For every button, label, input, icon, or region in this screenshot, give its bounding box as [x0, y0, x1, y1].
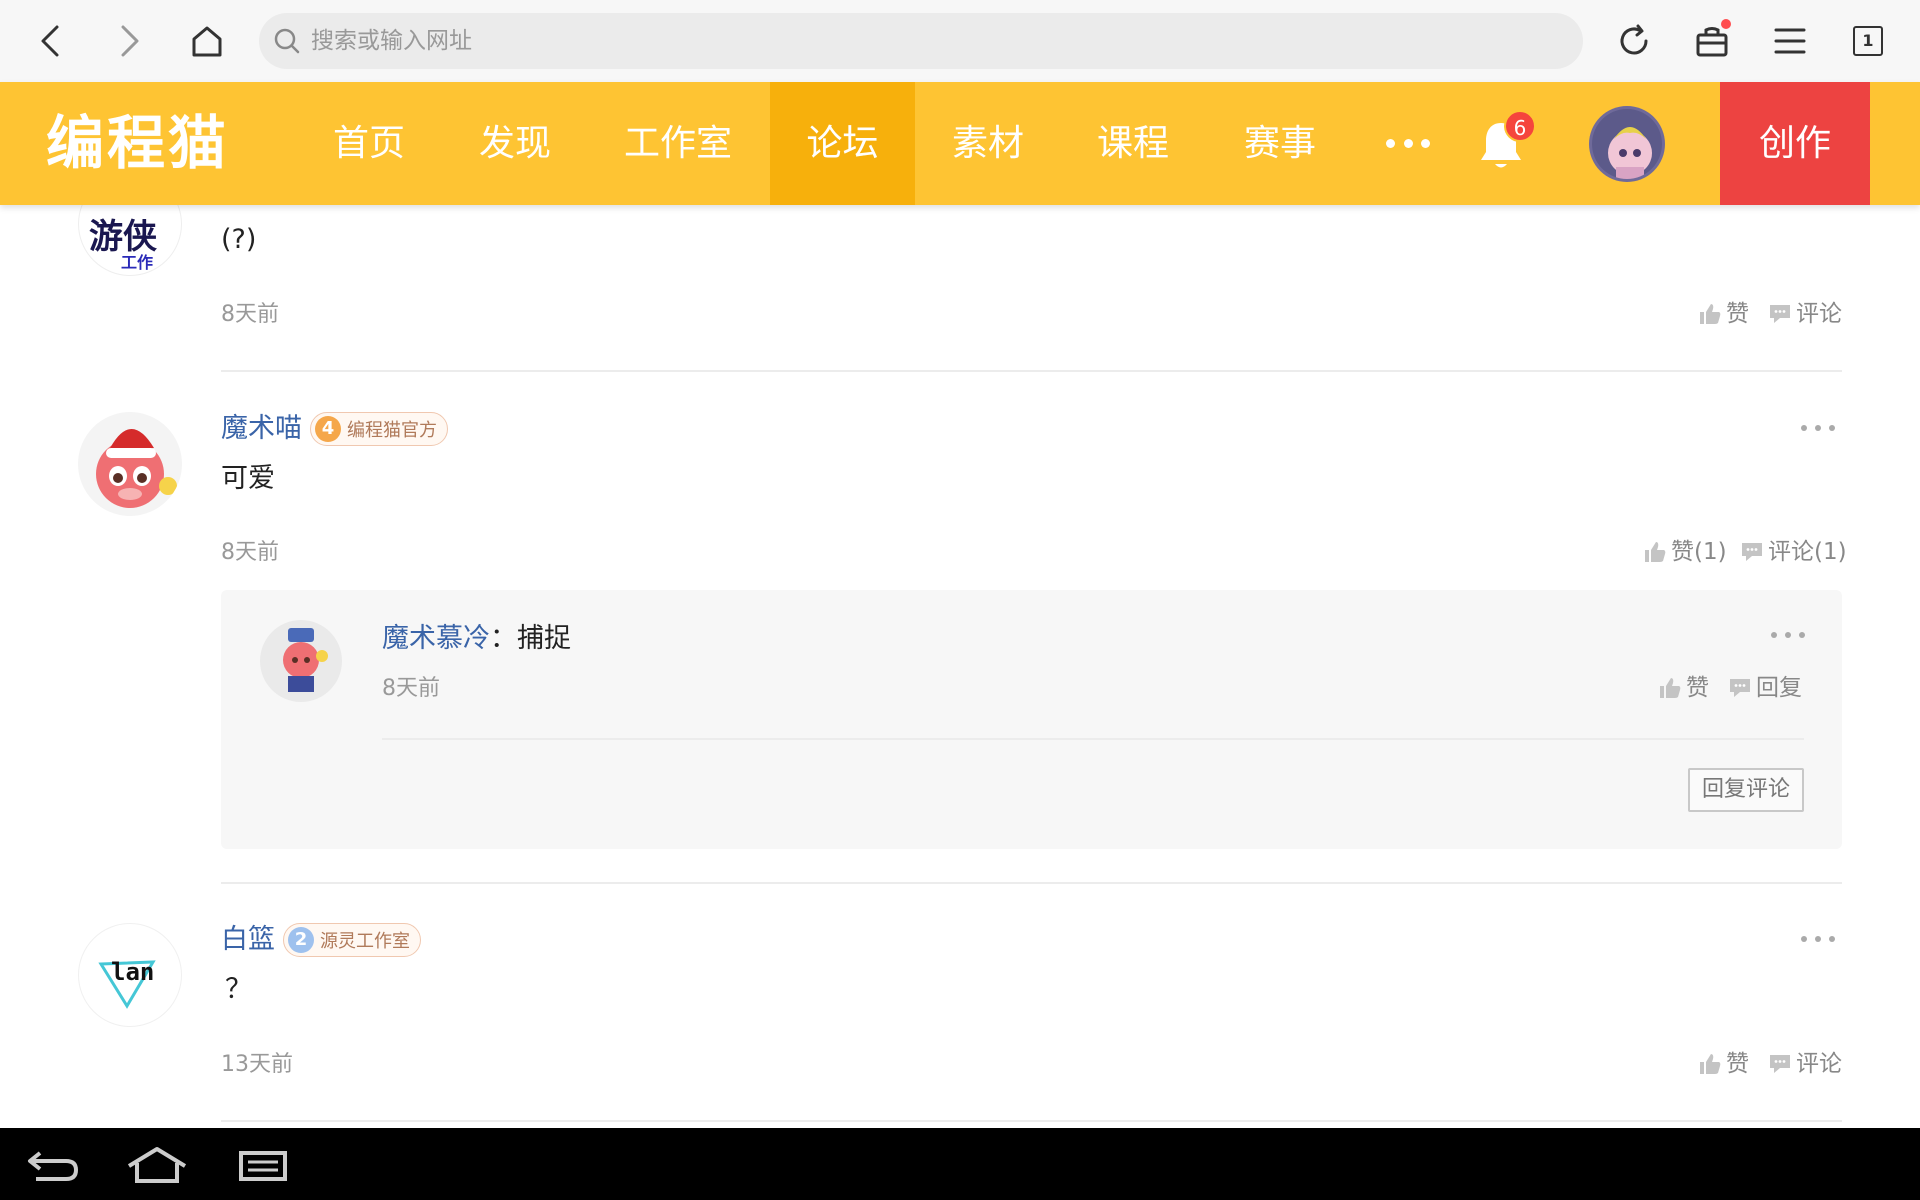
- comment-text: ？: [225, 974, 252, 1005]
- thumbs-up-icon: [1700, 1054, 1721, 1074]
- reply-more-options-icon[interactable]: [1771, 629, 1805, 641]
- forward-icon[interactable]: [104, 16, 154, 66]
- menu-icon[interactable]: [1765, 16, 1815, 66]
- site-nav: 编程猫 首页 发现 工作室 论坛 素材 课程 赛事 创作: [0, 82, 1920, 205]
- nav-item-home[interactable]: 首页: [314, 82, 424, 205]
- reply-time: 8天前: [382, 676, 440, 701]
- nav-item-events[interactable]: 赛事: [1225, 82, 1335, 205]
- user-badge: 2 源灵工作室: [283, 923, 421, 957]
- badge-level: 2: [288, 927, 314, 953]
- browser-toolbar: 搜索或输入网址 1: [0, 0, 1920, 82]
- comment-icon: [1770, 1055, 1790, 1073]
- tabs-icon[interactable]: 1: [1843, 16, 1893, 66]
- user-badge: 4 编程猫官方: [310, 412, 448, 446]
- tab-count: 1: [1853, 26, 1883, 56]
- comment-icon: [1730, 679, 1750, 697]
- comment-avatar[interactable]: 游侠 工作: [78, 205, 182, 276]
- like-label: 赞(1): [1671, 539, 1727, 565]
- comment-text: 可爱: [221, 463, 275, 494]
- nav-item-forum[interactable]: 论坛: [770, 82, 915, 205]
- like-label: 赞: [1726, 301, 1749, 327]
- reply-label: 回复: [1756, 675, 1802, 701]
- like-label: 赞: [1686, 675, 1709, 701]
- reply-line: 魔术慕冷：捕捉: [382, 622, 571, 656]
- comments-list: 游侠 工作 (?) 8天前 赞 评论 魔术喵 4 编程猫官方 可爱 8天前 赞(…: [0, 205, 1920, 1128]
- more-icon[interactable]: [1386, 82, 1430, 205]
- divider: [382, 738, 1804, 740]
- notification-badge: 6: [1504, 110, 1536, 142]
- comment-label: 评论: [1796, 301, 1842, 327]
- avatar-text-sub: 工作: [121, 253, 154, 272]
- divider: [221, 882, 1842, 884]
- comment-avatar[interactable]: lan: [78, 923, 182, 1027]
- divider: [221, 1120, 1842, 1122]
- badge-text: 编程猫官方: [347, 420, 437, 441]
- comment-icon: [1742, 543, 1762, 561]
- comment-text: (?): [221, 224, 257, 255]
- nav-item-courses[interactable]: 课程: [1078, 82, 1188, 205]
- site-logo[interactable]: 编程猫: [46, 108, 229, 178]
- comment-label: 评论(1): [1768, 539, 1847, 565]
- reply-separator: ：: [490, 623, 517, 654]
- badge-text: 源灵工作室: [320, 931, 410, 952]
- comment-time: 13天前: [221, 1052, 293, 1077]
- system-recents-icon[interactable]: [228, 1142, 298, 1188]
- thumbs-up-icon: [1645, 542, 1666, 562]
- comment-username[interactable]: 魔术喵: [221, 412, 302, 446]
- comment-username[interactable]: 白篮: [221, 923, 275, 957]
- reply-text: 捕捉: [517, 623, 571, 654]
- comment-button[interactable]: 评论: [1768, 1049, 1842, 1079]
- system-navigation-bar: [0, 1128, 1920, 1200]
- like-button[interactable]: 赞: [1698, 1049, 1749, 1079]
- nav-item-studio[interactable]: 工作室: [608, 82, 748, 205]
- nav-item-discover[interactable]: 发现: [460, 82, 570, 205]
- search-icon: [274, 28, 300, 54]
- search-placeholder: 搜索或输入网址: [311, 28, 472, 54]
- home-icon[interactable]: [182, 16, 232, 66]
- more-options-icon[interactable]: [1801, 933, 1835, 945]
- badge-level: 4: [315, 416, 341, 442]
- refresh-icon[interactable]: [1609, 16, 1659, 66]
- system-home-icon[interactable]: [122, 1142, 192, 1188]
- comment-time: 8天前: [221, 540, 279, 565]
- create-button[interactable]: 创作: [1720, 82, 1870, 205]
- thumbs-up-icon: [1660, 678, 1681, 698]
- like-button[interactable]: 赞: [1698, 299, 1749, 329]
- comment-avatar[interactable]: [78, 412, 182, 516]
- gift-icon[interactable]: [1687, 16, 1737, 66]
- reply-comment-button[interactable]: 回复评论: [1688, 768, 1804, 812]
- notification-dot: [1721, 19, 1731, 29]
- comment-button[interactable]: 评论: [1768, 299, 1842, 329]
- reply-avatar[interactable]: [260, 620, 342, 702]
- avatar-text: lan: [111, 958, 155, 986]
- like-button[interactable]: 赞(1): [1643, 537, 1727, 567]
- more-options-icon[interactable]: [1801, 422, 1835, 434]
- user-avatar[interactable]: [1589, 106, 1665, 182]
- comment-icon: [1770, 305, 1790, 323]
- comment-button[interactable]: 评论(1): [1740, 537, 1847, 567]
- system-back-icon[interactable]: [18, 1142, 88, 1188]
- url-bar[interactable]: 搜索或输入网址: [259, 13, 1583, 69]
- like-label: 赞: [1726, 1051, 1749, 1077]
- reply-like-button[interactable]: 赞: [1658, 673, 1709, 703]
- comment-time: 8天前: [221, 302, 279, 327]
- reply-username[interactable]: 魔术慕冷: [382, 623, 490, 654]
- divider: [221, 370, 1842, 372]
- thumbs-up-icon: [1700, 304, 1721, 324]
- comment-label: 评论: [1796, 1051, 1842, 1077]
- nav-item-materials[interactable]: 素材: [933, 82, 1043, 205]
- back-icon[interactable]: [26, 16, 76, 66]
- reply-reply-button[interactable]: 回复: [1728, 673, 1802, 703]
